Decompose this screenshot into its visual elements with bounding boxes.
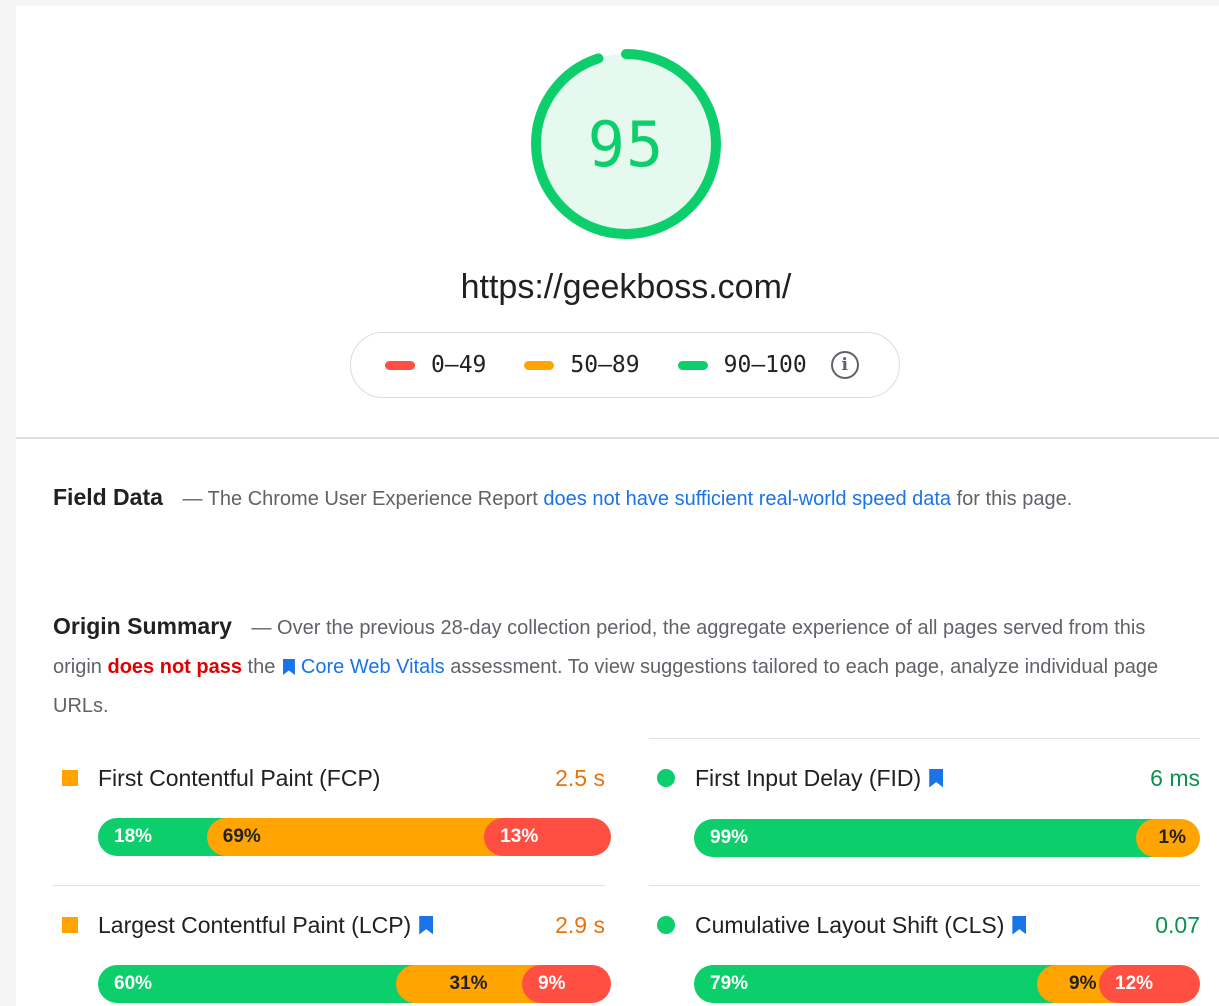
field-data-section: Field Data — The Chrome User Experience … (53, 478, 1163, 519)
metric-fcp-value: 2.5 s (555, 764, 605, 791)
field-data-link[interactable]: does not have sufficient real-world spee… (543, 488, 951, 510)
info-icon[interactable]: i (830, 351, 859, 379)
good-circle-icon (657, 769, 675, 787)
metric-lcp-rule (53, 885, 605, 886)
metric-cls-value: 0.07 (1155, 911, 1200, 938)
section-divider (16, 437, 1219, 439)
cls-slow-segment: 12% (1099, 965, 1200, 1003)
lcp-slow-segment: 9% (522, 965, 611, 1003)
good-circle-icon (657, 916, 675, 934)
score-value: 95 (587, 107, 665, 181)
metric-fid-distribution-bar: 99% 1% (694, 819, 1200, 857)
bookmark-icon (929, 768, 944, 788)
metric-cls-header: Cumulative Layout Shift (CLS) 0.07 (649, 909, 1200, 941)
origin-summary-section: Origin Summary — Over the previous 28-da… (53, 607, 1163, 726)
legend-label-average: 50–89 (570, 352, 640, 378)
bookmark-icon (1012, 915, 1027, 935)
legend-swatch-poor (385, 360, 415, 370)
legend-item-good: 90–100 (677, 352, 807, 378)
metric-lcp-name: Largest Contentful Paint (LCP) (98, 912, 555, 939)
field-data-heading: Field Data (53, 484, 163, 510)
bookmark-icon (419, 915, 434, 935)
field-data-text-2: for this page. (956, 488, 1073, 510)
metric-fcp-name: First Contentful Paint (FCP) (98, 765, 555, 792)
metric-cls-distribution-bar: 79% 9% 12% (694, 965, 1200, 1003)
metric-fid-label: First Input Delay (FID) (695, 764, 922, 791)
performance-score-gauge: 95 (526, 44, 726, 244)
origin-summary-fail-text: does not pass (107, 656, 242, 678)
legend-item-poor: 0–49 (385, 352, 486, 378)
legend-item-average: 50–89 (524, 352, 640, 378)
metric-cls-name: Cumulative Layout Shift (CLS) (695, 912, 1155, 939)
lcp-average-segment: 31% (396, 965, 542, 1003)
top-strip (0, 0, 1219, 6)
fid-fast-segment: 99% (694, 819, 1155, 857)
tested-url: https://geekboss.com/ (460, 268, 792, 306)
metric-fid-header: First Input Delay (FID) 6 ms (649, 762, 1200, 794)
metric-fcp-distribution-bar: 18% 69% 13% (98, 818, 611, 856)
legend-swatch-average (524, 360, 555, 370)
score-legend: 0–49 50–89 90–100 i (350, 332, 900, 398)
metric-lcp-header: Largest Contentful Paint (LCP) 2.9 s (53, 909, 605, 941)
fcp-slow-segment: 13% (484, 818, 611, 856)
fid-average-segment: 1% (1136, 819, 1200, 857)
left-strip (0, 0, 16, 1006)
origin-summary-text-2: the (247, 656, 276, 678)
metric-fcp-header: First Contentful Paint (FCP) 2.5 s (53, 762, 605, 794)
core-web-vitals-link[interactable]: Core Web Vitals (301, 656, 445, 678)
field-data-text-1: — The Chrome User Experience Report (182, 488, 538, 510)
bookmark-icon (282, 659, 295, 675)
legend-swatch-good (677, 360, 708, 370)
average-square-icon (62, 917, 78, 933)
metric-fid-rule (649, 738, 1200, 739)
average-square-icon (62, 770, 78, 786)
pagespeed-report: 95 https://geekboss.com/ 0–49 50–89 90–1… (0, 0, 1219, 1006)
fcp-average-segment: 69% (206, 818, 504, 856)
legend-label-good: 90–100 (723, 352, 807, 378)
lcp-fast-segment: 60% (98, 965, 415, 1003)
metric-fcp-label: First Contentful Paint (FCP) (98, 764, 381, 791)
cls-fast-segment: 79% (694, 965, 1056, 1003)
origin-summary-heading: Origin Summary (53, 613, 232, 639)
metric-lcp-distribution-bar: 60% 31% 9% (98, 965, 611, 1003)
metric-cls-rule (649, 885, 1200, 886)
metric-lcp-label: Largest Contentful Paint (LCP) (98, 911, 412, 938)
legend-label-poor: 0–49 (431, 352, 487, 378)
metric-cls-label: Cumulative Layout Shift (CLS) (695, 911, 1005, 938)
metric-fid-value: 6 ms (1150, 764, 1200, 791)
metric-fid-name: First Input Delay (FID) (695, 765, 1150, 792)
metric-lcp-value: 2.9 s (555, 911, 605, 938)
